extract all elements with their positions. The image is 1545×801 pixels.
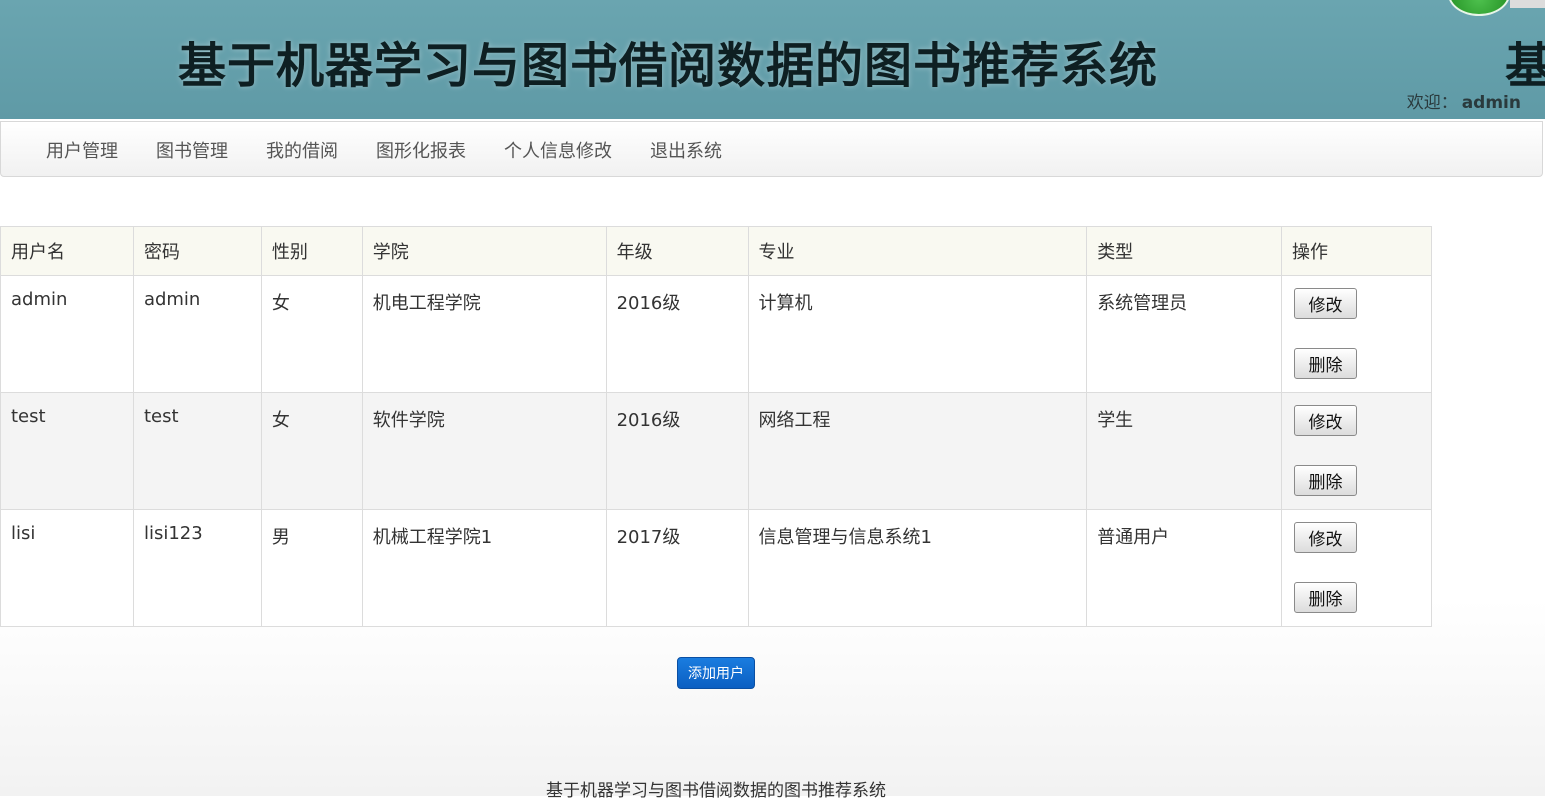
- footer-text: 基于机器学习与图书借阅数据的图书推荐系统: [546, 781, 886, 801]
- cell-gender: 男: [260, 509, 363, 627]
- welcome-username: admin: [1461, 93, 1521, 113]
- delete-button[interactable]: 删除: [1294, 348, 1358, 379]
- cell-major: 信息管理与信息系统1: [747, 509, 1088, 627]
- edit-button[interactable]: 修改: [1294, 288, 1358, 319]
- nav-item-book-management[interactable]: 图书管理: [137, 137, 247, 163]
- delete-button[interactable]: 删除: [1294, 465, 1358, 496]
- system-title-ghost: 基: [1505, 38, 1545, 94]
- cell-college: 机械工程学院1: [361, 509, 607, 627]
- cell-college: 机电工程学院: [361, 275, 607, 393]
- table-row: test test 女 软件学院 2016级 网络工程 学生 修改 删除: [0, 392, 1432, 510]
- cell-username: test: [0, 392, 134, 510]
- add-user-button[interactable]: 添加用户: [677, 657, 755, 689]
- user-table: 用户名 密码 性别 学院 年级 专业 类型 操作 admin admin 女 机…: [0, 226, 1432, 627]
- cell-grade: 2017级: [605, 509, 749, 627]
- cell-password: admin: [132, 275, 262, 393]
- cell-actions: 修改 删除: [1281, 392, 1432, 510]
- cell-actions: 修改 删除: [1281, 509, 1432, 627]
- welcome-label: 欢迎：: [1406, 93, 1458, 113]
- nav-list: 用户管理 图书管理 我的借阅 图形化报表 个人信息修改 退出系统: [27, 122, 741, 178]
- cell-type: 系统管理员: [1086, 275, 1283, 393]
- delete-button[interactable]: 删除: [1294, 582, 1358, 613]
- table-row: admin admin 女 机电工程学院 2016级 计算机 系统管理员 修改 …: [0, 275, 1432, 393]
- system-title: 基于机器学习与图书借阅数据的图书推荐系统: [178, 38, 1159, 94]
- column-header-actions: 操作: [1281, 226, 1432, 276]
- cell-username: admin: [0, 275, 134, 393]
- column-header-major: 专业: [747, 226, 1088, 276]
- cell-major: 网络工程: [747, 392, 1088, 510]
- navbar: 用户管理 图书管理 我的借阅 图形化报表 个人信息修改 退出系统: [0, 121, 1543, 177]
- cell-username: lisi: [0, 509, 134, 627]
- cell-grade: 2016级: [605, 275, 749, 393]
- column-header-password: 密码: [132, 226, 262, 276]
- table-row: lisi lisi123 男 机械工程学院1 2017级 信息管理与信息系统1 …: [0, 509, 1432, 627]
- cell-type: 学生: [1086, 392, 1283, 510]
- edit-button[interactable]: 修改: [1294, 522, 1358, 553]
- column-header-username: 用户名: [0, 226, 134, 276]
- header-banner: 基于机器学习与图书借阅数据的图书推荐系统 基 欢迎： admin: [0, 0, 1545, 119]
- nav-item-my-borrowings[interactable]: 我的借阅: [247, 137, 357, 163]
- cell-major: 计算机: [747, 275, 1088, 393]
- welcome-text: 欢迎： admin: [1407, 88, 1521, 113]
- nav-item-charts-report[interactable]: 图形化报表: [357, 137, 485, 163]
- cell-password: lisi123: [132, 509, 262, 627]
- cell-actions: 修改 删除: [1281, 275, 1432, 393]
- column-header-type: 类型: [1086, 226, 1283, 276]
- cell-gender: 女: [260, 392, 363, 510]
- column-header-college: 学院: [361, 226, 607, 276]
- nav-item-logout[interactable]: 退出系统: [631, 137, 741, 163]
- status-badge-icon: [1448, 0, 1510, 16]
- cell-type: 普通用户: [1086, 509, 1283, 627]
- cell-college: 软件学院: [361, 392, 607, 510]
- corner-bar: [1510, 0, 1545, 8]
- column-header-gender: 性别: [260, 226, 363, 276]
- nav-item-user-management[interactable]: 用户管理: [27, 137, 137, 163]
- column-header-grade: 年级: [605, 226, 749, 276]
- table-header-row: 用户名 密码 性别 学院 年级 专业 类型 操作: [0, 226, 1432, 276]
- edit-button[interactable]: 修改: [1294, 405, 1358, 436]
- cell-grade: 2016级: [605, 392, 749, 510]
- cell-gender: 女: [260, 275, 363, 393]
- cell-password: test: [132, 392, 262, 510]
- nav-item-edit-profile[interactable]: 个人信息修改: [485, 137, 631, 163]
